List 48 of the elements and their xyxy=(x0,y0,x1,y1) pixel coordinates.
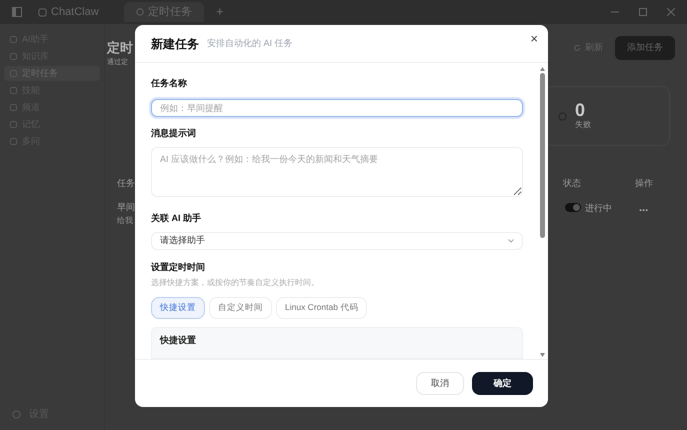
nav-icon xyxy=(10,36,17,43)
nav-icon xyxy=(10,121,17,128)
dialog-subtitle: 安排自动化的 AI 任务 xyxy=(207,36,293,50)
column-header: 任务 xyxy=(117,177,135,190)
nav-icon xyxy=(10,104,17,111)
add-task-button[interactable]: 添加任务 xyxy=(615,36,675,60)
field-label: 设置定时时间 xyxy=(151,261,206,274)
nav-icon xyxy=(10,138,17,145)
cancel-button[interactable]: 取消 xyxy=(416,372,464,395)
maximize-icon[interactable] xyxy=(639,8,647,16)
select-value: 请选择助手 xyxy=(160,234,205,248)
app-name: ChatClaw xyxy=(51,4,99,20)
prompt-textarea[interactable]: AI 应该做什么？例如：给我一份今天的新闻和天气摘要 xyxy=(151,147,523,198)
scroll-up-icon[interactable] xyxy=(540,67,545,71)
field-hint: 选择快捷方案，或按你的节奏自定义执行时间。 xyxy=(151,276,320,288)
stat-label: 失败 xyxy=(575,119,591,131)
sidebar-toggle-icon[interactable] xyxy=(12,7,22,17)
scrollbar[interactable] xyxy=(539,67,546,357)
toggle-switch[interactable] xyxy=(565,203,581,212)
page-title: 定时 xyxy=(107,39,133,57)
field-label: 关联 AI 助手 xyxy=(151,212,202,226)
close-button[interactable]: × xyxy=(530,29,538,48)
task-name-input[interactable]: 例如：早间提醒 xyxy=(151,98,523,117)
task-detail: 给我 xyxy=(117,216,133,226)
nav-icon xyxy=(10,70,17,77)
assistant-select[interactable]: 请选择助手 xyxy=(151,232,523,250)
stat-value: 0 xyxy=(575,101,586,119)
more-actions-button[interactable]: ... xyxy=(639,200,648,216)
status-text: 进行中 xyxy=(585,202,612,215)
schedule-tab[interactable]: 快捷设置 xyxy=(151,296,205,318)
new-tab-button[interactable]: + xyxy=(216,2,224,22)
column-header: 操作 xyxy=(635,177,653,190)
confirm-button[interactable]: 确定 xyxy=(472,372,533,395)
column-header: 状态 xyxy=(563,177,581,190)
scrollbar-thumb[interactable] xyxy=(540,73,545,238)
schedule-tab[interactable]: 自定义时间 xyxy=(209,296,272,318)
scroll-down-icon[interactable] xyxy=(540,353,545,357)
field-label: 任务名称 xyxy=(151,77,188,90)
panel-title: 快捷设置 xyxy=(160,334,196,344)
nav-icon xyxy=(10,53,17,60)
schedule-tab[interactable]: Linux Crontab 代码 xyxy=(276,296,368,318)
field-label: 消息提示词 xyxy=(151,126,197,140)
dialog-title: 新建任务 xyxy=(151,36,199,52)
task-name: 早间 xyxy=(117,202,135,213)
refresh-icon xyxy=(573,44,581,52)
close-icon[interactable] xyxy=(667,8,675,16)
chevron-down-icon xyxy=(508,238,514,243)
nav-icon xyxy=(10,87,17,94)
